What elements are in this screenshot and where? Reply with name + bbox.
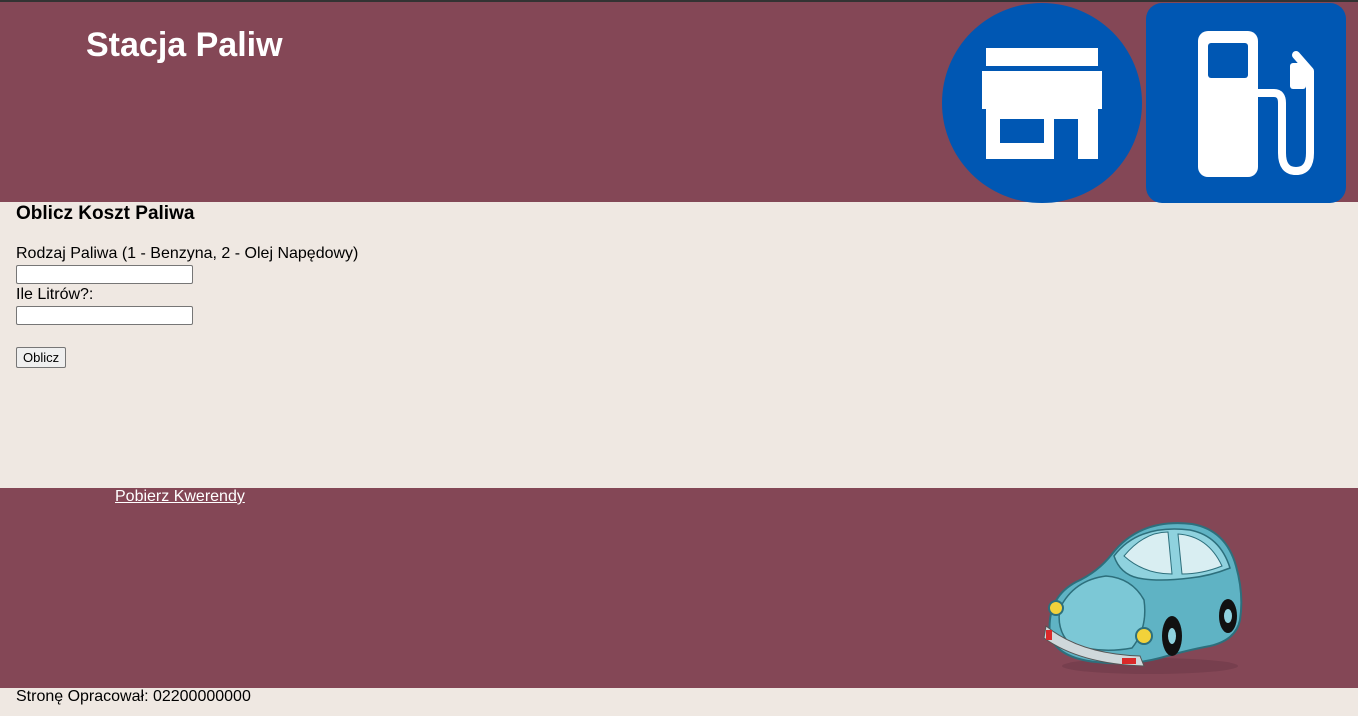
header: Stacja Paliw (0, 2, 1358, 203)
liters-input[interactable] (16, 306, 193, 325)
fuel-type-input[interactable] (16, 265, 193, 284)
footer: Pobierz Kwerendy (0, 488, 1358, 688)
page-title: Stacja Paliw (86, 26, 283, 64)
fuel-cost-form: Oblicz Koszt Paliwa Rodzaj Paliwa (1 - B… (0, 202, 1358, 488)
download-queries-link[interactable]: Pobierz Kwerendy (115, 488, 245, 506)
fuel-pump-icon (1146, 3, 1346, 203)
author-note: Stronę Opracował: 02200000000 (16, 688, 251, 705)
fuel-type-label: Rodzaj Paliwa (1 - Benzyna, 2 - Olej Nap… (16, 245, 359, 262)
form-heading: Oblicz Koszt Paliwa (16, 203, 195, 224)
car-image (1043, 522, 1243, 674)
calculate-button[interactable]: Oblicz (16, 347, 67, 368)
liters-label: Ile Litrów?: (16, 286, 94, 303)
shop-icon (942, 3, 1142, 203)
